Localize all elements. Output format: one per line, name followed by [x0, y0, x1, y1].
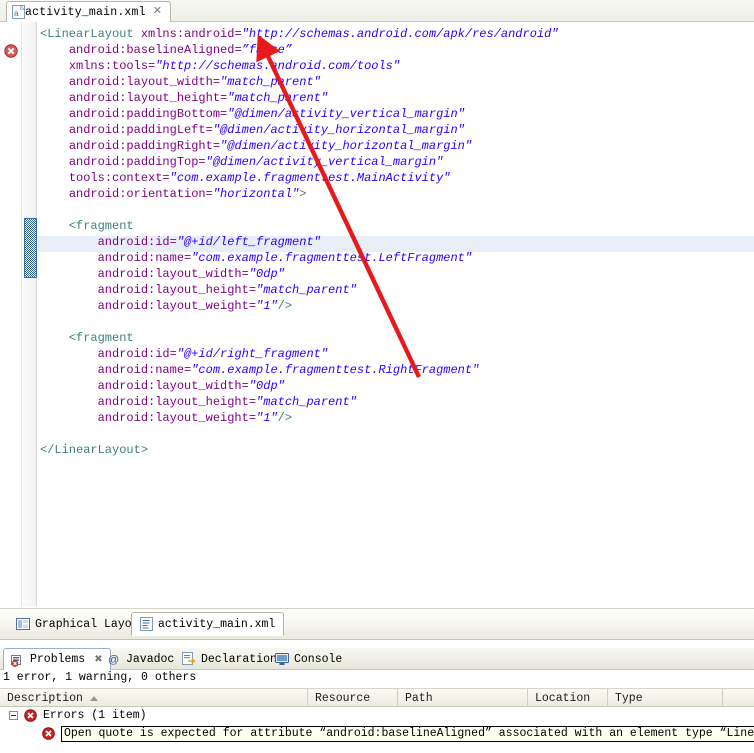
tab-console[interactable]: Console — [268, 648, 349, 670]
column-header-resource-label: Resource — [315, 691, 371, 705]
table-row-errors-group[interactable]: Errors (1 item) — [0, 707, 754, 724]
tab-activity-main-xml-source[interactable]: activity_main.xml — [131, 612, 285, 636]
tab-console-label: Console — [294, 652, 343, 666]
editor-tab-activity-main-xml[interactable]: a activity_main.xml ✕ — [6, 1, 171, 22]
error-message: Open quote is expected for attribute “an… — [61, 725, 754, 742]
error-marker-icon[interactable] — [4, 44, 18, 58]
xml-file-icon: a — [12, 5, 25, 19]
source-code-text[interactable]: <LinearLayout xmlns:android="http://sche… — [40, 26, 559, 458]
editor-tab-bar: a activity_main.xml ✕ — [0, 0, 754, 22]
column-header-type-label: Type — [615, 691, 643, 705]
graphical-layout-icon — [16, 617, 30, 631]
console-icon — [275, 652, 289, 666]
editor-tab-label: activity_main.xml — [25, 5, 146, 19]
error-icon — [42, 727, 55, 740]
tab-problems-label: Problems — [30, 653, 86, 666]
column-header-location[interactable]: Location — [528, 689, 608, 707]
column-header-location-label: Location — [535, 691, 591, 705]
editor-mode-tab-bar: Graphical Layout activity_main.xml — [0, 608, 754, 640]
column-header-description-label: Description — [7, 691, 83, 705]
problems-icon — [11, 653, 25, 667]
editor-marker-gutter[interactable] — [0, 22, 22, 606]
errors-group-label: Errors (1 item) — [43, 709, 147, 722]
tab-javadoc-label: Javadoc — [126, 652, 175, 666]
column-header-path-label: Path — [405, 691, 433, 705]
problems-rows: Errors (1 item) Open quote is expected f… — [0, 707, 754, 753]
close-icon[interactable]: ✕ — [153, 6, 162, 18]
table-row-error-item[interactable]: Open quote is expected for attribute “an… — [0, 725, 754, 742]
column-header-type[interactable]: Type — [608, 689, 723, 707]
sort-ascending-icon — [89, 695, 98, 701]
javadoc-at-icon: @ — [108, 653, 121, 666]
tab-activity-main-xml-source-label: activity_main.xml — [158, 617, 276, 631]
problems-summary: 1 error, 1 warning, 0 others — [3, 671, 197, 684]
vertical-scrollbar-thumb[interactable] — [24, 218, 37, 278]
column-header-description[interactable]: Description — [0, 689, 308, 707]
column-header-path[interactable]: Path — [398, 689, 528, 707]
tab-problems[interactable]: Problems ✖ — [3, 648, 111, 670]
error-icon — [24, 709, 37, 722]
column-header-resource[interactable]: Resource — [308, 689, 398, 707]
code-canvas[interactable]: <LinearLayout xmlns:android="http://sche… — [38, 22, 754, 606]
svg-text:a: a — [14, 9, 19, 18]
eclipse-ide-window: a activity_main.xml ✕ <LinearLayout xmln… — [0, 0, 754, 753]
problems-column-header: Description Resource Path Location Type — [0, 688, 754, 707]
xml-source-icon — [140, 617, 153, 631]
problems-view: Problems ✖ @ Javadoc Declaration Console… — [0, 648, 754, 753]
problems-view-tab-bar: Problems ✖ @ Javadoc Declaration Console — [0, 648, 754, 670]
tab-declaration-label: Declaration — [201, 652, 277, 666]
editor-annotation-ruler[interactable] — [23, 22, 37, 606]
tab-javadoc[interactable]: @ Javadoc — [101, 648, 181, 670]
tab-graphical-layout-label: Graphical Layout — [35, 617, 146, 631]
xml-editor: <LinearLayout xmlns:android="http://sche… — [0, 22, 754, 628]
column-header-spacer — [723, 689, 754, 707]
declaration-icon — [182, 652, 196, 666]
svg-text:@: @ — [108, 654, 119, 666]
tree-collapse-icon[interactable] — [9, 711, 18, 720]
